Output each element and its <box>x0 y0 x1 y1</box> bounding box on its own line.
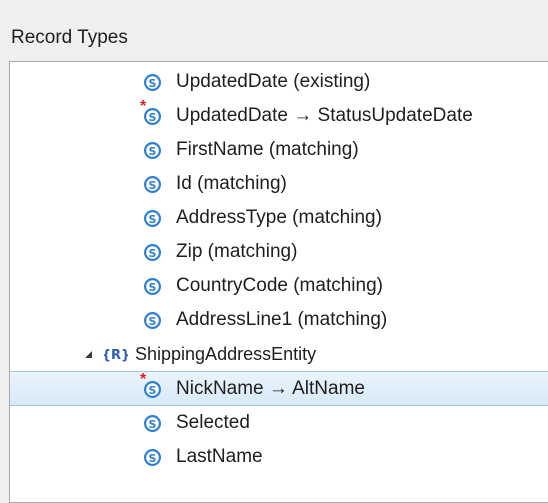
tree-item[interactable]: S LastName <box>10 440 548 474</box>
asterisk-icon: * <box>140 371 147 388</box>
svg-text:S: S <box>149 281 157 294</box>
s-icon: S <box>141 172 165 196</box>
s-icon: S <box>141 308 165 332</box>
tree-item-parent[interactable]: {R} ShippingAddressEntity <box>10 337 548 371</box>
svg-text:S: S <box>149 247 157 260</box>
svg-text:S: S <box>149 384 157 397</box>
s-icon: S <box>141 274 165 298</box>
tree-item[interactable]: S Zip (matching) <box>10 235 548 269</box>
s-icon: S <box>141 240 165 264</box>
s-icon: S * <box>140 372 165 401</box>
svg-text:S: S <box>149 179 157 192</box>
tree-item[interactable]: S AddressLine1 (matching) <box>10 303 548 337</box>
tree-item-label: AddressLine1 (matching) <box>176 309 388 330</box>
svg-text:S: S <box>149 418 157 431</box>
record-icon: {R} <box>104 342 128 366</box>
tree-item-label: FirstName (matching) <box>176 139 359 160</box>
s-icon: S <box>141 411 165 435</box>
tree-item-label: AddressType (matching) <box>176 207 382 228</box>
s-icon: S <box>141 445 165 469</box>
tree-item[interactable]: S * UpdatedDate → StatusUpdateDate <box>10 99 548 133</box>
svg-text:S: S <box>149 77 157 90</box>
tree-item[interactable]: S FirstName (matching) <box>10 133 548 167</box>
svg-text:S: S <box>149 145 157 158</box>
s-icon: S * <box>140 99 165 128</box>
tree-item[interactable]: S Selected <box>10 406 548 440</box>
tree-item-label: UpdatedDate → StatusUpdateDate <box>176 105 473 126</box>
expanded-arrow-icon[interactable] <box>83 349 93 359</box>
svg-text:S: S <box>149 315 157 328</box>
record-types-tree[interactable]: S UpdatedDate (existing) S * UpdatedDate… <box>9 61 548 503</box>
tree-item[interactable]: S Id (matching) <box>10 167 548 201</box>
tree-item-label: ShippingAddressEntity <box>135 344 317 364</box>
tree-item-selected[interactable]: S * NickName → AltName <box>10 371 548 406</box>
tree-item-label: LastName <box>176 446 263 467</box>
tree-item-label: CountryCode (matching) <box>176 275 383 296</box>
tree-item-label: Id (matching) <box>176 173 287 194</box>
section-title: Record Types <box>11 27 128 48</box>
svg-text:S: S <box>149 452 157 465</box>
s-icon: S <box>141 138 165 162</box>
s-icon: S <box>141 206 165 230</box>
tree-item-label: Selected <box>176 412 250 433</box>
tree-item[interactable]: S UpdatedDate (existing) <box>10 65 548 99</box>
tree-item[interactable]: S CountryCode (matching) <box>10 269 548 303</box>
svg-text:S: S <box>149 213 157 226</box>
tree-item-label: NickName → AltName <box>176 377 365 399</box>
s-icon: S <box>141 70 165 94</box>
svg-text:{R}: {R} <box>104 348 128 363</box>
asterisk-icon: * <box>140 98 147 115</box>
tree-item-label: UpdatedDate (existing) <box>176 71 371 92</box>
tree-item[interactable]: S AddressType (matching) <box>10 201 548 235</box>
svg-text:S: S <box>149 111 157 124</box>
tree-item-label: Zip (matching) <box>176 241 298 262</box>
